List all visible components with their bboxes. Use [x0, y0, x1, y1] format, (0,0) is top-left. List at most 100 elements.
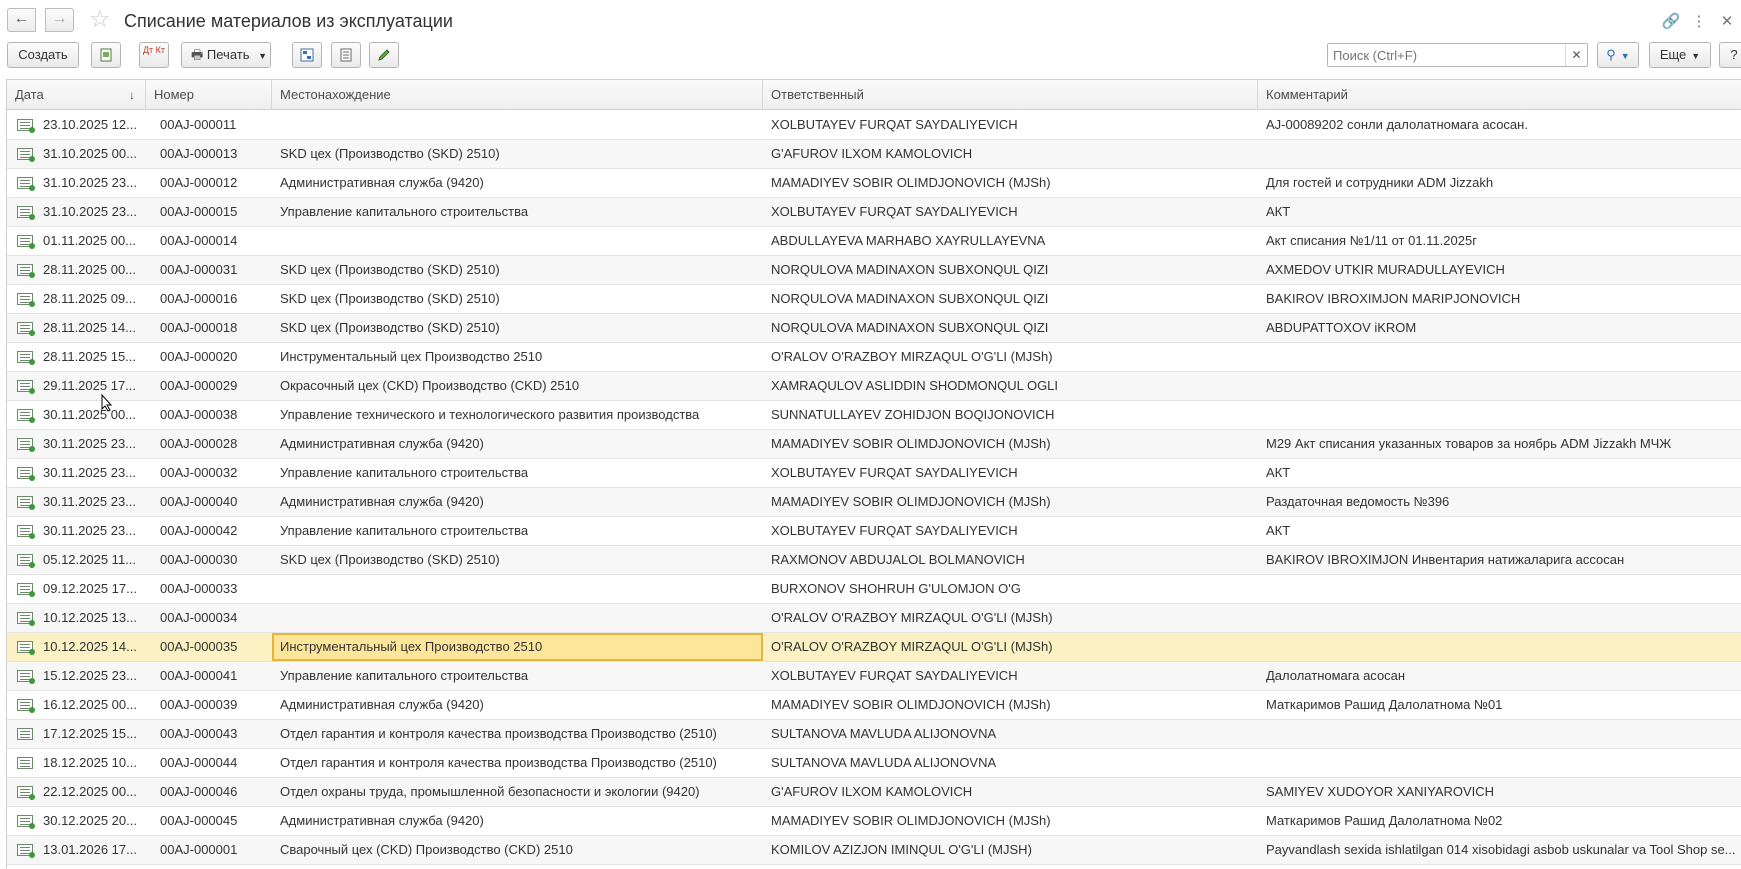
cell-number[interactable]: 00AJ-000032: [152, 459, 272, 487]
cell-location[interactable]: Инструментальный цех Производство 2510: [272, 633, 763, 661]
cell-date[interactable]: 17.12.2025 15...: [35, 720, 147, 748]
cell-number[interactable]: 00AJ-000031: [152, 256, 272, 284]
search-button[interactable]: ⚲ ▼: [1597, 42, 1639, 68]
cell-responsible[interactable]: SUNNATULLAYEV ZOHIDJON BOQIJONOVICH: [763, 401, 1258, 429]
cell-comment[interactable]: AXMEDOV UTKIR MURADULLAYEVICH: [1258, 256, 1738, 284]
structure-button[interactable]: [292, 42, 322, 68]
copy-button[interactable]: [91, 42, 121, 68]
cell-date[interactable]: 30.11.2025 23...: [35, 517, 147, 545]
cell-date[interactable]: 30.12.2025 20...: [35, 807, 147, 835]
cell-responsible[interactable]: G'AFUROV ILXOM KAMOLOVICH: [763, 778, 1258, 806]
cell-comment[interactable]: [1258, 749, 1738, 777]
more-vertical-icon[interactable]: ⋮: [1685, 12, 1713, 30]
cell-comment[interactable]: AJ-00089202 сонли далолатномага асосан.: [1258, 111, 1738, 139]
table-row[interactable]: 31.10.2025 23... 00AJ-000012 Административ…: [7, 169, 1741, 198]
column-comment[interactable]: Комментарий: [1258, 80, 1741, 110]
cell-number[interactable]: 00AJ-000038: [152, 401, 272, 429]
cell-responsible[interactable]: O'RALOV O'RAZBOY MIRZAQUL O'G'LI (MJSh): [763, 633, 1258, 661]
cell-date[interactable]: 30.11.2025 23...: [35, 459, 147, 487]
cell-location[interactable]: Управление технического и технологическо…: [272, 401, 763, 429]
cell-comment[interactable]: АКТ: [1258, 517, 1738, 545]
cell-number[interactable]: 00AJ-000016: [152, 285, 272, 313]
cell-responsible[interactable]: SULTANOVA MAVLUDA ALIJONOVNA: [763, 720, 1258, 748]
cell-responsible[interactable]: NORQULOVA MADINAXON SUBXONQUL QIZI: [763, 314, 1258, 342]
favorite-star-icon[interactable]: ☆: [89, 7, 111, 33]
table-row[interactable]: 10.12.2025 13... 00AJ-000034 O'RALOV O'RAZ…: [7, 604, 1741, 633]
cell-number[interactable]: 00AJ-000035: [152, 633, 272, 661]
cell-location[interactable]: [272, 111, 763, 139]
cell-date[interactable]: 23.10.2025 12...: [35, 111, 147, 139]
cell-date[interactable]: 31.10.2025 00...: [35, 140, 147, 168]
cell-location[interactable]: Отдел охраны труда, промышленной безопас…: [272, 778, 763, 806]
cell-number[interactable]: 00AJ-000018: [152, 314, 272, 342]
cell-date[interactable]: 29.11.2025 17...: [35, 372, 147, 400]
dt-kt-button[interactable]: Дт Кт: [139, 42, 169, 68]
table-row[interactable]: 15.12.2025 23... 00AJ-000041 Управление ка…: [7, 662, 1741, 691]
table-row[interactable]: 30.11.2025 23... 00AJ-000032 Управление ка…: [7, 459, 1741, 488]
cell-number[interactable]: 00AJ-000041: [152, 662, 272, 690]
table-row[interactable]: 23.10.2025 12... 00AJ-000011 XOLBUTAYEV FU…: [7, 111, 1741, 140]
cell-comment[interactable]: BAKIROV IBROXIMJON MARIPJONOVICH: [1258, 285, 1738, 313]
cell-date[interactable]: 16.12.2025 00...: [35, 691, 147, 719]
cell-location[interactable]: SKD цех (Производство (SKD) 2510): [272, 314, 763, 342]
cell-location[interactable]: Окрасочный цех (CKD) Производство (CKD) …: [272, 372, 763, 400]
cell-responsible[interactable]: O'RALOV O'RAZBOY MIRZAQUL O'G'LI (MJSh): [763, 343, 1258, 371]
table-row[interactable]: 31.10.2025 00... 00AJ-000013 SKD цех (Прои…: [7, 140, 1741, 169]
forward-button[interactable]: →: [45, 8, 74, 32]
table-row[interactable]: 22.12.2025 00... 00AJ-000046 Отдел охраны …: [7, 778, 1741, 807]
table-row[interactable]: 28.11.2025 14... 00AJ-000018 SKD цех (Прои…: [7, 314, 1741, 343]
cell-number[interactable]: 00AJ-000042: [152, 517, 272, 545]
cell-comment[interactable]: Payvandlash sexida ishlatilgan 014 xisob…: [1258, 836, 1738, 864]
cell-number[interactable]: 00AJ-000033: [152, 575, 272, 603]
column-location[interactable]: Местонахождение: [272, 80, 763, 110]
help-button[interactable]: ?: [1719, 42, 1741, 68]
cell-comment[interactable]: BAKIROV IBROXIMJON Инвентария натижалари…: [1258, 546, 1738, 574]
cell-number[interactable]: 00AJ-000046: [152, 778, 272, 806]
cell-responsible[interactable]: MAMADIYEV SOBIR OLIMDJONOVICH (MJSh): [763, 691, 1258, 719]
cell-comment[interactable]: Акт списания №1/11 от 01.11.2025г: [1258, 227, 1738, 255]
cell-date[interactable]: 31.10.2025 23...: [35, 198, 147, 226]
cell-number[interactable]: 00AJ-000043: [152, 720, 272, 748]
cell-responsible[interactable]: BURXONOV SHOHRUH G'ULOMJON O'G: [763, 575, 1258, 603]
cell-responsible[interactable]: XOLBUTAYEV FURQAT SAYDALIYEVICH: [763, 662, 1258, 690]
cell-comment[interactable]: Для гостей и сотрудники ADM Jizzakh: [1258, 169, 1738, 197]
cell-responsible[interactable]: XAMRAQULOV ASLIDDIN SHODMONQUL OGLI: [763, 372, 1258, 400]
cell-location[interactable]: Административная служба (9420): [272, 488, 763, 516]
cell-number[interactable]: 00AJ-000014: [152, 227, 272, 255]
table-row[interactable]: 28.11.2025 00... 00AJ-000031 SKD цех (Прои…: [7, 256, 1741, 285]
close-icon[interactable]: ✕: [1713, 12, 1741, 30]
table-row[interactable]: 30.12.2025 20... 00AJ-000045 Административ…: [7, 807, 1741, 836]
cell-comment[interactable]: ABDUPATTOXOV iKROM: [1258, 314, 1738, 342]
cell-responsible[interactable]: RAXMONOV ABDUJALOL BOLMANOVICH: [763, 546, 1258, 574]
cell-responsible[interactable]: SULTANOVA MAVLUDA ALIJONOVNA: [763, 749, 1258, 777]
cell-responsible[interactable]: XOLBUTAYEV FURQAT SAYDALIYEVICH: [763, 198, 1258, 226]
cell-number[interactable]: 00AJ-000020: [152, 343, 272, 371]
column-date[interactable]: Дата ↓: [7, 80, 146, 110]
cell-comment[interactable]: Далолатномага асосан: [1258, 662, 1738, 690]
cell-date[interactable]: 30.11.2025 23...: [35, 488, 147, 516]
table-row[interactable]: 10.12.2025 14... 00AJ-000035 Инструменталь…: [7, 633, 1741, 662]
cell-location[interactable]: Управление капитального строительства: [272, 198, 763, 226]
cell-number[interactable]: 00AJ-000030: [152, 546, 272, 574]
cell-date[interactable]: 13.01.2026 17...: [35, 836, 147, 864]
cell-date[interactable]: 30.11.2025 23...: [35, 430, 147, 458]
table-row[interactable]: 17.12.2025 15... 00AJ-000043 Отдел гаранти…: [7, 720, 1741, 749]
cell-date[interactable]: 10.12.2025 13...: [35, 604, 147, 632]
table-row[interactable]: 18.12.2025 10... 00AJ-000044 Отдел гаранти…: [7, 749, 1741, 778]
link-icon[interactable]: 🔗: [1657, 12, 1685, 30]
cell-responsible[interactable]: XOLBUTAYEV FURQAT SAYDALIYEVICH: [763, 517, 1258, 545]
cell-responsible[interactable]: MAMADIYEV SOBIR OLIMDJONOVICH (MJSh): [763, 169, 1258, 197]
table-row[interactable]: 30.11.2025 00... 00AJ-000038 Управление те…: [7, 401, 1741, 430]
cell-date[interactable]: 31.10.2025 23...: [35, 169, 147, 197]
table-row[interactable]: 09.12.2025 17... 00AJ-000033 BURXONOV SHOH…: [7, 575, 1741, 604]
cell-date[interactable]: 10.12.2025 14...: [35, 633, 147, 661]
cell-location[interactable]: Инструментальный цех Производство 2510: [272, 343, 763, 371]
cell-responsible[interactable]: O'RALOV O'RAZBOY MIRZAQUL O'G'LI (MJSh): [763, 604, 1258, 632]
table-row[interactable]: 28.11.2025 15... 00AJ-000020 Инструменталь…: [7, 343, 1741, 372]
list-button[interactable]: [331, 42, 361, 68]
table-row[interactable]: 16.12.2025 00... 00AJ-000039 Административ…: [7, 691, 1741, 720]
create-button[interactable]: Создать: [7, 42, 79, 68]
print-button[interactable]: 🖶 Печать ▼: [181, 42, 271, 68]
cell-date[interactable]: 28.11.2025 14...: [35, 314, 147, 342]
cell-number[interactable]: 00AJ-000015: [152, 198, 272, 226]
